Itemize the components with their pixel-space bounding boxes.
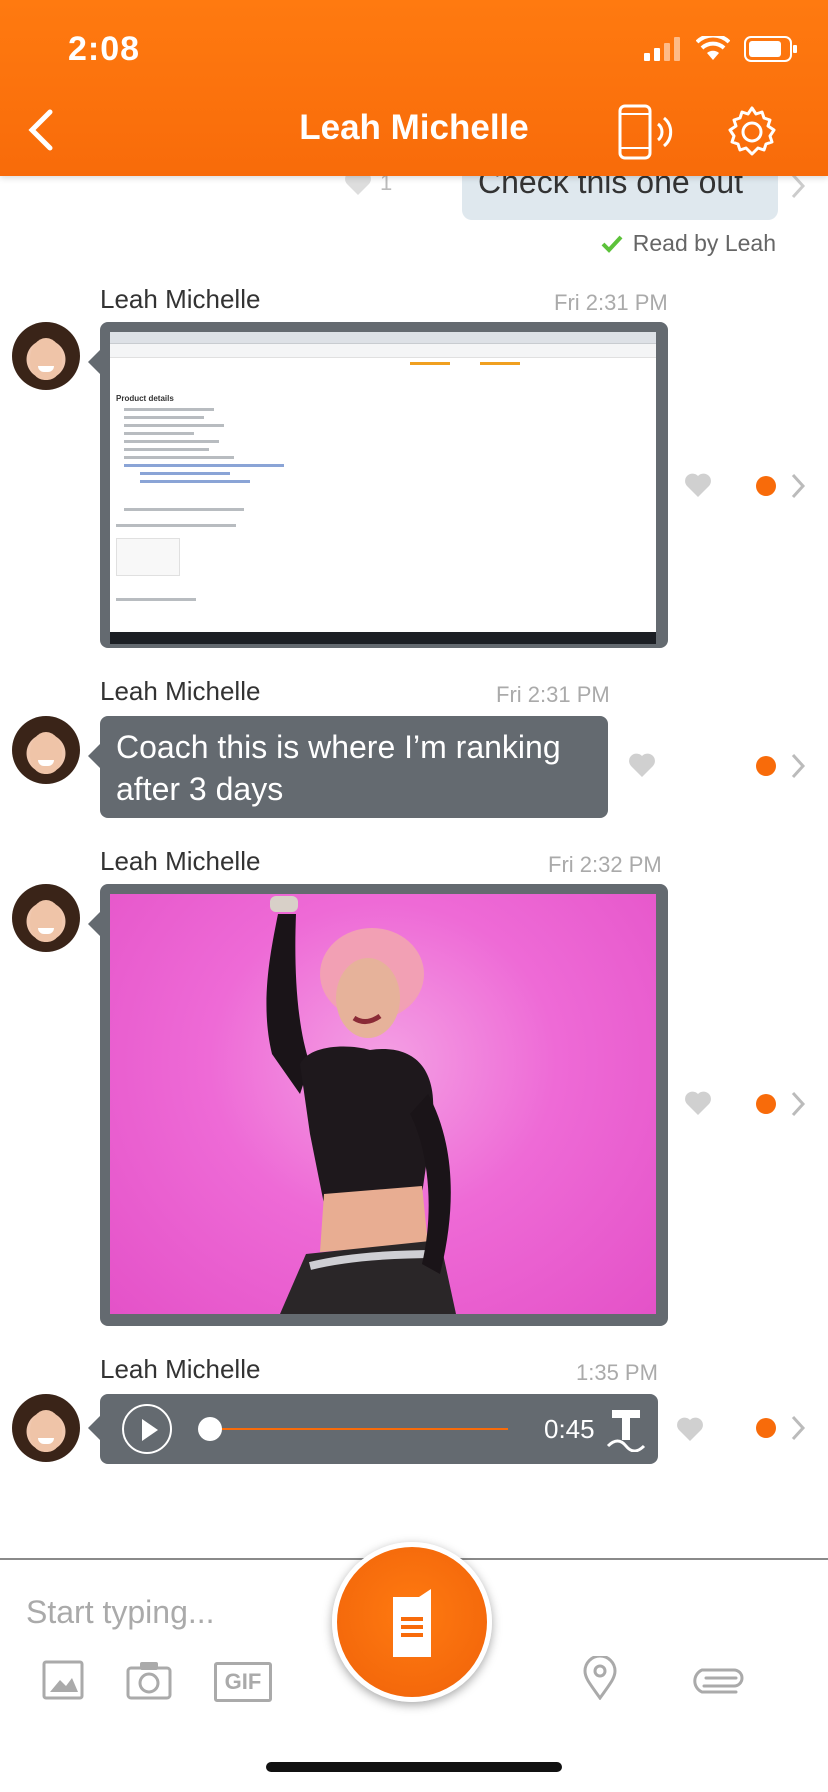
sender-name: Leah Michelle	[100, 284, 261, 314]
chevron-right-icon[interactable]	[790, 1090, 806, 1118]
message-timestamp: Fri 2:31 PM	[554, 290, 668, 315]
chevron-right-icon[interactable]	[790, 472, 806, 500]
gif-label: GIF	[224, 1669, 262, 1694]
chat-thread[interactable]: 1 Check this one out Read by Leah Leah M…	[0, 0, 828, 1560]
unread-dot-icon	[756, 1418, 776, 1438]
status-icons	[644, 36, 798, 62]
avatar[interactable]	[12, 1394, 80, 1462]
screenshot-image: Product details	[110, 332, 656, 644]
text-message-bubble[interactable]: Coach this is where I’m ranking after 3 …	[88, 716, 608, 818]
conversation-title: Leah Michelle	[299, 108, 529, 147]
avatar[interactable]	[12, 716, 80, 784]
sender-name: Leah Michelle	[100, 1354, 261, 1384]
battery-icon	[744, 36, 797, 62]
read-receipt-text: Read by Leah	[632, 230, 776, 256]
read-receipt: Read by Leah	[601, 230, 776, 257]
check-icon	[601, 235, 623, 253]
home-indicator[interactable]	[266, 1762, 562, 1772]
message-timestamp: Fri 2:31 PM	[496, 682, 610, 707]
audio-scrub-handle[interactable]	[198, 1417, 222, 1441]
sender-name: Leah Michelle	[100, 846, 261, 876]
avatar[interactable]	[12, 884, 80, 952]
message-input[interactable]	[26, 1590, 326, 1634]
notepad-icon	[393, 1589, 431, 1657]
signal-icon	[644, 37, 680, 61]
wifi-icon	[696, 36, 730, 60]
notepad-button[interactable]	[332, 1542, 492, 1702]
unread-dot-icon	[756, 1094, 776, 1114]
play-icon[interactable]	[122, 1404, 172, 1454]
image-message[interactable]: Product details	[88, 322, 668, 648]
chevron-right-icon[interactable]	[790, 1414, 806, 1442]
chevron-right-icon[interactable]	[790, 172, 806, 200]
unread-dot-icon	[756, 756, 776, 776]
location-pin-icon[interactable]	[582, 1656, 618, 1700]
audio-duration: 0:45	[544, 1414, 595, 1444]
gear-icon[interactable]	[724, 104, 780, 160]
audio-message[interactable]: 0:45	[88, 1394, 658, 1464]
screenshot-heading: Product details	[116, 394, 174, 403]
gif-icon[interactable]: GIF	[214, 1662, 272, 1702]
heart-icon[interactable]	[628, 752, 656, 778]
message-text: Coach this is where I’m ranking after 3 …	[116, 729, 561, 807]
image-icon[interactable]	[42, 1660, 84, 1700]
gif-message[interactable]	[88, 884, 668, 1326]
audio-progress-track[interactable]	[210, 1428, 508, 1430]
heart-icon[interactable]	[676, 1416, 704, 1442]
camera-icon[interactable]	[126, 1660, 172, 1700]
unread-dot-icon	[756, 476, 776, 496]
heart-icon[interactable]	[684, 1090, 712, 1116]
paperclip-icon[interactable]	[690, 1664, 746, 1694]
avatar[interactable]	[12, 322, 80, 390]
gif-image	[110, 894, 656, 1314]
sender-name: Leah Michelle	[100, 676, 261, 706]
heart-icon[interactable]	[684, 472, 712, 498]
status-time: 2:08	[68, 30, 141, 68]
message-timestamp: Fri 2:32 PM	[548, 852, 662, 877]
phone-icon[interactable]	[614, 104, 674, 160]
message-timestamp: 1:35 PM	[576, 1360, 658, 1385]
transcribe-icon[interactable]	[606, 1406, 646, 1452]
app-header: 2:08 Leah Michelle	[0, 0, 828, 176]
chevron-right-icon[interactable]	[790, 752, 806, 780]
